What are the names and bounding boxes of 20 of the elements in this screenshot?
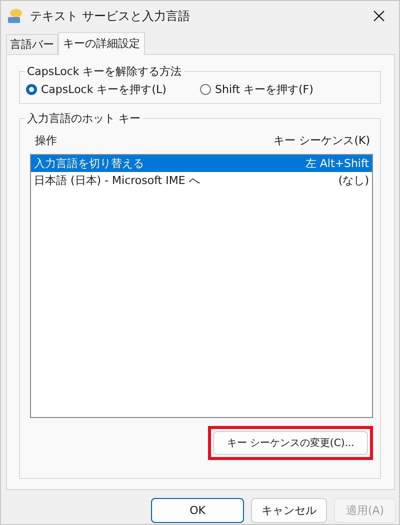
group-title: CapsLock キーを解除する方法 bbox=[25, 64, 184, 79]
close-icon[interactable] bbox=[373, 10, 385, 22]
sequence-text: 左 Alt+Shift bbox=[305, 156, 369, 171]
window-title: テキスト サービスと入力言語 bbox=[30, 8, 191, 24]
list-row[interactable]: 日本語 (日本) - Microsoft IME へ (なし) bbox=[31, 172, 372, 189]
list-row[interactable]: 入力言語を切り替える 左 Alt+Shift bbox=[31, 155, 372, 172]
dialog-button[interactable]: キャンセル bbox=[251, 498, 327, 523]
radio-option[interactable]: Shift キーを押す(F) bbox=[200, 82, 374, 97]
tab[interactable]: 言語バー bbox=[6, 34, 58, 54]
action-text: 入力言語を切り替える bbox=[34, 156, 144, 171]
sequence-text: (なし) bbox=[338, 173, 369, 188]
group-title: 入力言語のホット キー bbox=[25, 111, 142, 126]
column-header: キー シーケンス(K) bbox=[274, 133, 370, 148]
app-icon bbox=[7, 8, 23, 24]
tab[interactable]: キーの詳細設定 bbox=[58, 32, 145, 55]
change-sequence-button[interactable]: キー シーケンスの変更(C)... bbox=[213, 431, 368, 455]
dialog-button[interactable]: OK bbox=[151, 498, 244, 523]
column-header: 操作 bbox=[35, 133, 57, 148]
radio-option[interactable]: CapsLock キーを押す(L) bbox=[26, 82, 200, 97]
action-text: 日本語 (日本) - Microsoft IME へ bbox=[34, 173, 200, 188]
